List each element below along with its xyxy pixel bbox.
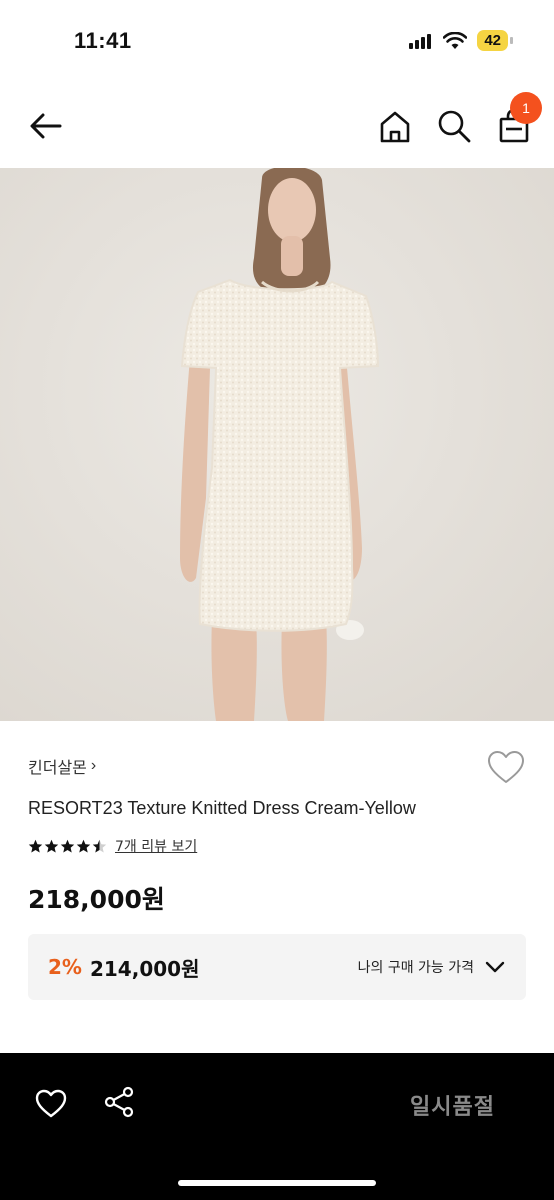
top-nav-bar (0, 88, 554, 164)
discount-label: 나의 구매 가능 가격 (357, 960, 474, 976)
status-bar: 11:41 42 (0, 0, 554, 80)
bottom-action-bar: 일시품절 (0, 1053, 554, 1200)
sold-out-status: 일시품절 (410, 1095, 495, 1120)
brand-link[interactable]: 킨더살몬 › (28, 754, 96, 778)
discount-price: 214,000원 (89, 956, 200, 981)
chevron-right-icon: › (90, 757, 97, 774)
star-icon (44, 839, 59, 852)
review-link[interactable]: 7개 리뷰 보기 (115, 836, 197, 856)
rating-row: 7개 리뷰 보기 (28, 836, 197, 856)
search-icon[interactable] (436, 108, 472, 144)
star-icon (76, 839, 91, 852)
brand-name: 킨더살몬 (28, 758, 87, 777)
wifi-icon (443, 31, 468, 49)
chevron-down-icon (485, 961, 505, 973)
wishlist-heart-icon[interactable] (486, 748, 526, 788)
product-image[interactable] (0, 168, 554, 721)
discount-price-box[interactable]: 2% 214,000원 나의 구매 가능 가격 (28, 934, 526, 1000)
discount-rate: 2% (48, 955, 82, 979)
cart-count-badge: 1 (510, 92, 542, 124)
signal-icon (409, 33, 432, 49)
share-icon[interactable] (102, 1085, 136, 1119)
battery-icon: 42 (477, 30, 513, 51)
home-indicator[interactable] (178, 1180, 376, 1186)
star-icon (92, 839, 107, 852)
heart-icon[interactable] (34, 1087, 68, 1121)
product-title: RESORT23 Texture Knitted Dress Cream-Yel… (28, 798, 416, 818)
status-icons: 42 (409, 30, 513, 51)
product-price: 218,000원 (28, 885, 165, 914)
star-icon (60, 839, 75, 852)
star-rating (28, 839, 107, 854)
back-arrow-icon[interactable] (26, 106, 66, 146)
status-time: 11:41 (74, 28, 132, 53)
home-icon[interactable] (376, 108, 414, 146)
model-wearing-dress-photo (0, 168, 554, 721)
star-icon (28, 839, 43, 852)
